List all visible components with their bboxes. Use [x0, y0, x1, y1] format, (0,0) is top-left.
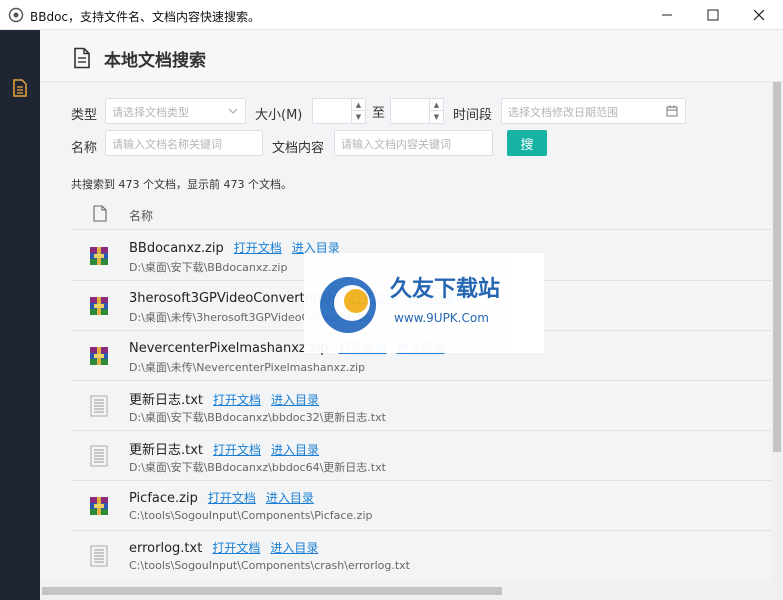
open-directory-link[interactable]: 进入目录 — [271, 443, 319, 457]
size-min-arrows[interactable]: ▲ ▼ — [351, 99, 365, 123]
type-select[interactable]: 请选择文档类型 — [105, 98, 246, 124]
file-name: NevercenterPixelmashanxz.zip — [129, 341, 329, 356]
app-logo-icon — [8, 7, 24, 23]
vertical-scrollbar[interactable] — [771, 82, 783, 582]
content-input[interactable]: 请输入文档内容关键词 — [334, 130, 493, 156]
file-name: 更新日志.txt — [129, 393, 204, 408]
date-range-placeholder: 选择文档修改日期范围 — [508, 106, 618, 119]
size-max-stepper[interactable]: ▲ ▼ — [390, 98, 444, 124]
date-range-input[interactable]: 选择文档修改日期范围 — [501, 98, 686, 124]
watermark-url: www.9UPK.Com — [394, 311, 489, 325]
name-label: 名称 — [71, 141, 98, 156]
result-summary: 共搜索到 473 个文档，显示前 473 个文档。 — [71, 178, 292, 191]
open-directory-link[interactable]: 进入目录 — [270, 541, 318, 555]
file-name: errorlog.txt — [129, 541, 203, 556]
file-name-line: errorlog.txt 打开文档 进入目录 — [129, 539, 318, 556]
open-document-link[interactable]: 打开文档 — [212, 541, 260, 555]
size-to-label: 至 — [372, 106, 386, 121]
main-panel: 本地文档搜索 类型 请选择文档类型 大小(M) ▲ ▼ 至 ▲ ▼ 时间段 选择… — [40, 30, 783, 600]
watermark-text: 久友下载站 — [390, 277, 501, 302]
file-name: Picface.zip — [129, 491, 198, 506]
document-icon — [74, 47, 90, 69]
text-file-icon — [90, 445, 108, 467]
minimize-button[interactable] — [644, 0, 690, 30]
search-button[interactable]: 搜 — [507, 130, 547, 156]
window-title: BBdoc，支持文件名、文档内容快速搜索。 — [30, 10, 261, 24]
title-bar: BBdoc，支持文件名、文档内容快速搜索。 — [0, 0, 783, 30]
maximize-icon — [707, 9, 719, 21]
type-label: 类型 — [71, 108, 98, 123]
sidebar-item-document-icon[interactable] — [10, 78, 30, 98]
file-path: C:\tools\SogouInput\Components\Picface.z… — [129, 509, 373, 522]
file-path: D:\桌面\安下载\BBdocanxz.zip — [129, 261, 288, 274]
content-input-placeholder: 请输入文档内容关键词 — [341, 138, 451, 151]
minimize-icon — [662, 14, 672, 16]
size-max-arrows[interactable]: ▲ ▼ — [429, 99, 443, 123]
horizontal-scroll-thumb[interactable] — [42, 587, 502, 595]
file-name: BBdocanxz.zip — [129, 241, 224, 256]
file-name-line: 更新日志.txt 打开文档 进入目录 — [129, 389, 319, 408]
close-icon — [753, 9, 765, 21]
file-path: C:\tools\SogouInput\Components\crash\err… — [129, 559, 410, 572]
name-input[interactable]: 请输入文档名称关键词 — [105, 130, 263, 156]
open-document-link[interactable]: 打开文档 — [213, 393, 261, 407]
vertical-scroll-thumb[interactable] — [773, 82, 781, 452]
watermark: 久友下载站 www.9UPK.Com — [304, 253, 544, 353]
table-row: 更新日志.txt 打开文档 进入目录 D:\桌面\安下载\BBdocanxz\bbdo… — [71, 381, 771, 431]
open-directory-link[interactable]: 进入目录 — [266, 491, 314, 505]
open-document-link[interactable]: 打开文档 — [234, 241, 282, 255]
type-select-placeholder: 请选择文档类型 — [112, 106, 189, 119]
file-icon — [93, 205, 107, 222]
open-document-link[interactable]: 打开文档 — [213, 443, 261, 457]
open-document-link[interactable]: 打开文档 — [208, 491, 256, 505]
calendar-icon — [666, 105, 678, 117]
list-header: 名称 — [71, 198, 771, 230]
name-input-placeholder: 请输入文档名称关键词 — [112, 138, 222, 151]
size-label: 大小(M) — [255, 108, 303, 123]
close-button[interactable] — [736, 0, 782, 30]
winrar-icon — [90, 347, 108, 365]
winrar-icon — [90, 297, 108, 315]
winrar-icon — [90, 247, 108, 265]
table-row: 更新日志.txt 打开文档 进入目录 D:\桌面\安下载\BBdocanxz\bbdo… — [71, 431, 771, 481]
maximize-button[interactable] — [690, 0, 736, 30]
table-row: Picface.zip 打开文档 进入目录 C:\tools\SogouInput\C… — [71, 481, 771, 531]
text-file-icon — [90, 395, 108, 417]
page-header: 本地文档搜索 — [40, 30, 783, 82]
page-title: 本地文档搜索 — [104, 51, 206, 71]
winrar-icon — [90, 497, 108, 515]
decrement-icon[interactable]: ▼ — [430, 111, 443, 123]
file-name-line: 更新日志.txt 打开文档 进入目录 — [129, 439, 319, 458]
increment-icon[interactable]: ▲ — [430, 99, 443, 111]
watermark-logo-icon — [320, 277, 376, 333]
open-directory-link[interactable]: 进入目录 — [271, 393, 319, 407]
file-name-line: Picface.zip 打开文档 进入目录 — [129, 489, 314, 506]
decrement-icon[interactable]: ▼ — [352, 111, 365, 123]
sidebar — [0, 30, 40, 600]
content-label: 文档内容 — [272, 141, 325, 156]
size-min-stepper[interactable]: ▲ ▼ — [312, 98, 366, 124]
time-label: 时间段 — [453, 108, 493, 123]
horizontal-scrollbar[interactable] — [40, 582, 783, 600]
chevron-down-icon — [228, 108, 238, 114]
file-name: 更新日志.txt — [129, 443, 204, 458]
file-path: D:\桌面\安下载\BBdocanxz\bbdoc64\更新日志.txt — [129, 461, 386, 474]
file-path: D:\桌面\安下载\BBdocanxz\bbdoc32\更新日志.txt — [129, 411, 386, 424]
text-file-icon — [90, 545, 108, 567]
increment-icon[interactable]: ▲ — [352, 99, 365, 111]
file-path: D:\桌面\未传\NevercenterPixelmashanxz.zip — [129, 361, 366, 374]
table-row: errorlog.txt 打开文档 进入目录 C:\tools\SogouInput\… — [71, 531, 771, 578]
column-name-header: 名称 — [129, 209, 154, 223]
